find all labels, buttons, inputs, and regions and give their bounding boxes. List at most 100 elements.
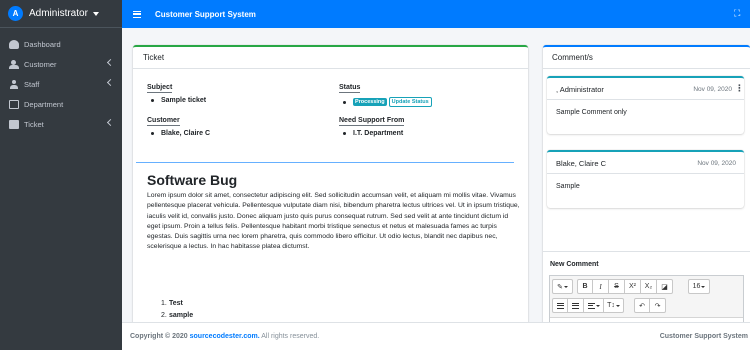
unordered-list-button[interactable]	[552, 298, 568, 313]
sidebar-item-customer[interactable]: Customer	[0, 54, 122, 74]
text-height-icon: T↕	[607, 302, 615, 309]
user-menu[interactable]: A Administrator	[0, 0, 122, 28]
eraser-icon: ◪	[661, 283, 668, 291]
style-button[interactable]: ✎	[552, 279, 573, 294]
line-height-dropdown[interactable]: T↕	[604, 298, 624, 313]
ticket-fields: Subject Sample ticket Status Processing …	[133, 69, 528, 151]
list-ol-icon	[572, 302, 579, 309]
hamburger-menu-icon[interactable]	[133, 10, 141, 18]
customer-label: Customer	[147, 117, 180, 126]
list-item: 2. sample	[161, 310, 193, 322]
redo-button[interactable]: ↷	[650, 298, 666, 313]
comment-header: , Administrator Nov 09, 2020	[547, 78, 744, 100]
sidebar-item-label: Staff	[24, 79, 40, 89]
bullet-icon	[343, 132, 346, 135]
sidebar: A Administrator Dashboard Customer Staff…	[0, 0, 122, 350]
users-icon	[9, 59, 19, 69]
paragraph-align-dropdown[interactable]	[584, 298, 604, 313]
app-title: Customer Support System	[155, 9, 256, 19]
superscript-button[interactable]: X²	[625, 279, 641, 294]
footer-copyright: Copyright © 2020 sourcecodester.com. All…	[130, 333, 319, 340]
new-comment-label: New Comment	[550, 261, 599, 268]
status-label: Status	[339, 84, 361, 93]
ticket-description: Lorem ipsum dolor sit amet, consectetur …	[147, 192, 520, 251]
bullet-icon	[151, 132, 154, 135]
comment-header: Blake, Claire C Nov 09, 2020	[547, 152, 744, 174]
ticket-icon	[9, 120, 19, 129]
sidebar-item-label: Customer	[24, 59, 57, 69]
list-text: Test	[169, 300, 183, 307]
caret-down-icon[interactable]	[92, 11, 99, 16]
chevron-left-icon	[106, 118, 115, 127]
list-ul-icon	[556, 302, 564, 309]
font-size-dropdown[interactable]: 16	[688, 279, 710, 294]
footer-link[interactable]: sourcecodester.com.	[190, 333, 260, 340]
bold-button[interactable]: B	[577, 279, 593, 294]
undo-icon: ↶	[639, 302, 645, 310]
copyright-text: Copyright © 2020	[130, 333, 188, 340]
sidebar-nav: Dashboard Customer Staff Department Tick…	[0, 34, 122, 134]
bullet-icon	[343, 100, 346, 104]
comment-date: Nov 09, 2020	[697, 160, 736, 167]
customer-value: Blake, Claire C	[147, 130, 210, 137]
comments-header: Comment/s	[543, 47, 750, 69]
caret-down-icon	[615, 304, 620, 307]
user-icon	[9, 79, 19, 89]
list-text: sample	[169, 311, 194, 319]
divider	[136, 162, 514, 163]
italic-button[interactable]: I	[593, 279, 609, 294]
list-number: 2.	[161, 311, 167, 319]
comment-body: Sample Comment only	[556, 109, 627, 116]
sidebar-item-dashboard[interactable]: Dashboard	[0, 34, 122, 54]
top-navbar: Customer Support System ⛶	[122, 0, 750, 28]
customer-field: Customer Blake, Claire C	[147, 115, 210, 137]
caret-down-icon	[563, 285, 568, 288]
subject-value: Sample ticket	[147, 97, 206, 104]
subscript-button[interactable]: X₂	[641, 279, 657, 294]
customer-text: Blake, Claire C	[161, 130, 211, 137]
comment-card: Blake, Claire C Nov 09, 2020 Sample	[547, 150, 744, 208]
comment-date: Nov 09, 2020	[693, 86, 732, 93]
department-icon	[9, 99, 19, 109]
magic-wand-icon: ✎	[557, 283, 563, 291]
align-left-icon	[587, 302, 595, 309]
avatar: A	[8, 6, 23, 21]
status-badge: Processing	[353, 98, 387, 106]
comment-card: , Administrator Nov 09, 2020 Sample Comm…	[547, 76, 744, 134]
caret-down-icon	[595, 304, 600, 307]
list-number: 1.	[161, 300, 167, 307]
ordered-list-button[interactable]	[568, 298, 584, 313]
strikethrough-button[interactable]: S	[609, 279, 625, 294]
sidebar-item-department[interactable]: Department	[0, 94, 122, 114]
sidebar-item-ticket[interactable]: Ticket	[0, 114, 122, 134]
comment-author: , Administrator	[556, 85, 604, 94]
need-support-value: I.T. Department	[339, 130, 404, 137]
subject-text: Sample ticket	[161, 97, 207, 104]
comment-body: Sample	[556, 183, 580, 190]
bullet-icon	[151, 99, 154, 102]
comment-author: Blake, Claire C	[556, 159, 607, 168]
sidebar-item-label: Department	[24, 99, 64, 109]
sidebar-item-staff[interactable]: Staff	[0, 74, 122, 94]
sidebar-item-label: Dashboard	[24, 39, 61, 49]
sidebar-item-label: Ticket	[24, 119, 44, 129]
chevron-left-icon	[106, 58, 115, 67]
need-support-label: Need Support From	[339, 117, 405, 126]
font-size-value: 16	[692, 283, 701, 290]
editor-toolbar: ✎ B I S X² X₂ ◪ 16 T↕ ↶ ↷	[550, 276, 743, 318]
subject-label: Subject	[147, 84, 173, 93]
need-support-field: Need Support From I.T. Department	[339, 115, 405, 137]
ticket-card-header: Ticket	[133, 47, 528, 69]
dashboard-icon	[9, 39, 19, 49]
update-status-button[interactable]: Update Status	[388, 97, 432, 107]
subject-field: Subject Sample ticket	[147, 82, 206, 104]
more-options-icon[interactable]	[735, 83, 744, 94]
undo-button[interactable]: ↶	[634, 298, 650, 313]
clear-format-button[interactable]: ◪	[657, 279, 673, 294]
fullscreen-icon[interactable]: ⛶	[734, 9, 742, 18]
chevron-left-icon	[106, 78, 115, 87]
user-name: Administrator	[29, 8, 88, 19]
footer: Copyright © 2020 sourcecodester.com. All…	[122, 322, 750, 350]
footer-app-name: Customer Support System	[659, 333, 748, 340]
list-item: 1. Test	[161, 298, 193, 310]
